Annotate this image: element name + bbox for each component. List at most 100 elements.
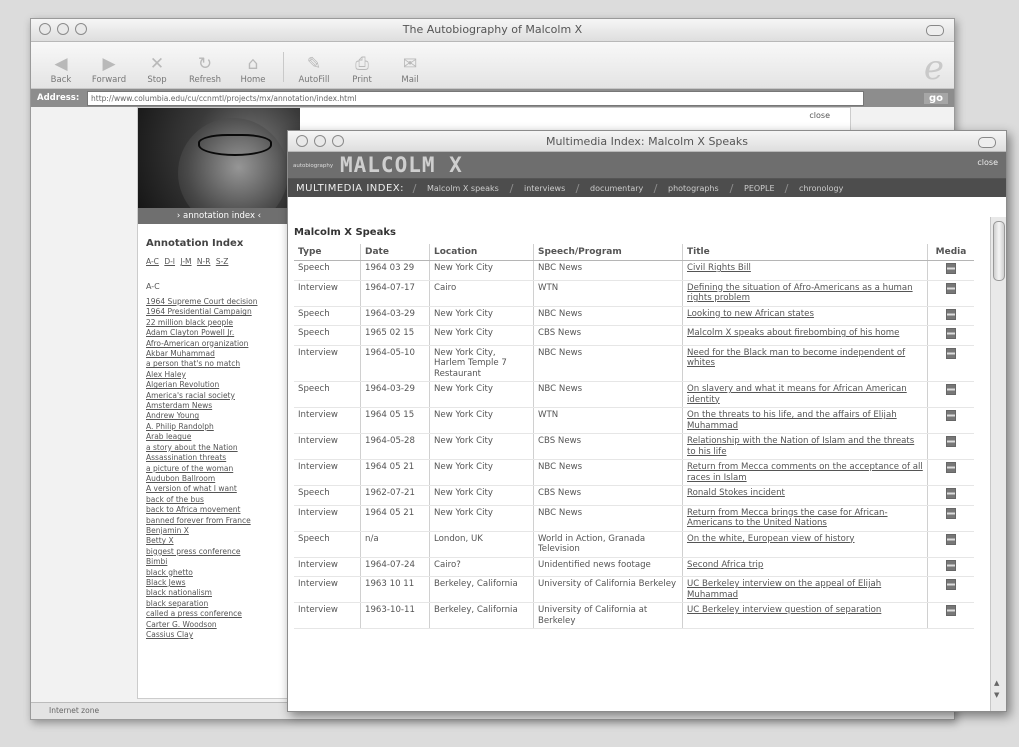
scroll-up-icon[interactable]: ▲ bbox=[994, 679, 999, 687]
home-button[interactable]: ⌂ Home bbox=[231, 53, 275, 88]
annotation-link[interactable]: biggest press conference bbox=[146, 547, 296, 557]
annotation-link[interactable]: America's racial society bbox=[146, 391, 296, 401]
title-link[interactable]: Malcolm X speaks about firebombing of hi… bbox=[682, 325, 928, 346]
column-header-type[interactable]: Type bbox=[294, 244, 361, 261]
title-link[interactable]: On slavery and what it means for African… bbox=[682, 381, 928, 408]
title-link[interactable]: Relationship with the Nation of Islam an… bbox=[682, 433, 928, 460]
back-window-titlebar[interactable]: The Autobiography of Malcolm X bbox=[31, 19, 954, 42]
annotation-link[interactable]: Betty X bbox=[146, 536, 296, 546]
title-link[interactable]: UC Berkeley interview on the appeal of E… bbox=[682, 576, 928, 603]
film-icon[interactable] bbox=[946, 282, 956, 294]
annotation-link[interactable]: Akbar Muhammad bbox=[146, 349, 296, 359]
annotation-link[interactable]: Amsterdam News bbox=[146, 401, 296, 411]
annotation-link[interactable]: Afro-American organization bbox=[146, 339, 296, 349]
refresh-button[interactable]: ↻ Refresh bbox=[183, 53, 227, 88]
title-link[interactable]: On the threats to his life, and the affa… bbox=[682, 407, 928, 434]
toolbar-toggle-button[interactable] bbox=[978, 137, 996, 148]
annotation-link[interactable]: back of the bus bbox=[146, 495, 296, 505]
annotation-link[interactable]: called a press conference bbox=[146, 609, 296, 619]
title-link[interactable]: Return from Mecca brings the case for Af… bbox=[682, 504, 928, 532]
annotation-link[interactable]: black nationalism bbox=[146, 588, 296, 598]
address-input[interactable]: http://www.columbia.edu/cu/ccnmtl/projec… bbox=[87, 90, 864, 106]
annotation-link[interactable]: Cassius Clay bbox=[146, 630, 296, 640]
film-icon[interactable] bbox=[946, 533, 956, 545]
annotation-link[interactable]: 1964 Supreme Court decision bbox=[146, 297, 296, 307]
letter-link[interactable]: A-C bbox=[146, 257, 159, 266]
film-icon[interactable] bbox=[946, 462, 956, 473]
title-link[interactable]: Defining the situation of Afro-Americans… bbox=[682, 280, 928, 307]
nav-item[interactable]: interviews bbox=[509, 183, 579, 193]
autobiography-link[interactable]: autobiography bbox=[293, 163, 333, 169]
annotation-link[interactable]: A version of what I want bbox=[146, 484, 296, 494]
annotation-link[interactable]: black ghetto bbox=[146, 568, 296, 578]
annotation-link[interactable]: a picture of the woman bbox=[146, 464, 296, 474]
annotation-index-bar[interactable]: › annotation index ‹ bbox=[138, 208, 300, 224]
letter-link[interactable]: N-R bbox=[197, 257, 211, 266]
nav-item[interactable]: photographs bbox=[653, 183, 733, 193]
annotation-link[interactable]: banned forever from France bbox=[146, 516, 296, 526]
letter-link[interactable]: D-I bbox=[164, 257, 175, 266]
annotation-link[interactable]: Benjamin X bbox=[146, 526, 296, 536]
film-icon[interactable] bbox=[946, 308, 956, 320]
annotation-link[interactable]: Alex Haley bbox=[146, 370, 296, 380]
mail-button[interactable]: ✉ Mail bbox=[388, 53, 432, 88]
forward-button[interactable]: ▶ Forward bbox=[87, 53, 131, 88]
site-close-link[interactable]: close bbox=[809, 111, 830, 120]
annotation-link[interactable]: Audubon Ballroom bbox=[146, 474, 296, 484]
nav-item[interactable]: Malcolm X speaks bbox=[412, 183, 513, 193]
go-button[interactable]: go bbox=[923, 92, 948, 104]
column-header-date[interactable]: Date bbox=[360, 244, 430, 261]
annotation-link[interactable]: Algerian Revolution bbox=[146, 380, 296, 390]
scrollbar-thumb[interactable] bbox=[993, 221, 1005, 281]
annotation-link[interactable]: Adam Clayton Powell Jr. bbox=[146, 328, 296, 338]
film-icon[interactable] bbox=[946, 579, 956, 590]
column-header-location[interactable]: Location bbox=[429, 244, 534, 261]
annotation-link[interactable]: Black Jews bbox=[146, 578, 296, 588]
vertical-scrollbar[interactable]: ▲ ▼ bbox=[990, 217, 1006, 711]
letter-link[interactable]: S-Z bbox=[216, 257, 229, 266]
title-link[interactable]: Need for the Black man to become indepen… bbox=[682, 345, 928, 382]
film-icon[interactable] bbox=[946, 263, 956, 274]
column-header-program[interactable]: Speech/Program bbox=[533, 244, 683, 261]
title-link[interactable]: Second Africa trip bbox=[682, 557, 928, 577]
title-link[interactable]: Return from Mecca comments on the accept… bbox=[682, 459, 928, 486]
annotation-link[interactable]: Carter G. Woodson bbox=[146, 620, 296, 630]
film-icon[interactable] bbox=[946, 507, 956, 519]
annotation-link[interactable]: a person that's no match bbox=[146, 359, 296, 369]
column-header-media[interactable]: Media bbox=[927, 244, 974, 261]
annotation-link[interactable]: A. Philip Randolph bbox=[146, 422, 296, 432]
title-link[interactable]: Civil Rights Bill bbox=[682, 260, 928, 281]
nav-item[interactable]: PEOPLE bbox=[729, 183, 788, 193]
annotation-link[interactable]: Assassination threats bbox=[146, 453, 296, 463]
film-icon[interactable] bbox=[946, 488, 956, 499]
letter-link[interactable]: J-M bbox=[180, 257, 191, 266]
stop-button[interactable]: ✕ Stop bbox=[135, 53, 179, 88]
annotation-link[interactable]: back to Africa movement bbox=[146, 505, 296, 515]
film-icon[interactable] bbox=[946, 410, 956, 421]
film-icon[interactable] bbox=[946, 605, 956, 616]
print-button[interactable]: ⎙ Print bbox=[340, 53, 384, 88]
title-link[interactable]: Ronald Stokes incident bbox=[682, 485, 928, 506]
annotation-link[interactable]: Arab league bbox=[146, 432, 296, 442]
annotation-link[interactable]: Bimbi bbox=[146, 557, 296, 567]
film-icon[interactable] bbox=[946, 559, 956, 571]
annotation-link[interactable]: Andrew Young bbox=[146, 411, 296, 421]
title-link[interactable]: Looking to new African states bbox=[682, 306, 928, 326]
film-icon[interactable] bbox=[946, 328, 956, 339]
annotation-link[interactable]: 1964 Presidential Campaign bbox=[146, 307, 296, 317]
title-link[interactable]: UC Berkeley interview question of separa… bbox=[682, 602, 928, 629]
nav-item[interactable]: documentary bbox=[575, 183, 657, 193]
title-link[interactable]: On the white, European view of history bbox=[682, 530, 928, 558]
front-window-titlebar[interactable]: Multimedia Index: Malcolm X Speaks bbox=[288, 131, 1006, 152]
annotation-link[interactable]: 22 million black people bbox=[146, 318, 296, 328]
annotation-link[interactable]: a story about the Nation bbox=[146, 443, 296, 453]
header-close-link[interactable]: close bbox=[977, 158, 998, 167]
scroll-down-icon[interactable]: ▼ bbox=[994, 691, 999, 699]
toolbar-toggle-button[interactable] bbox=[926, 25, 944, 36]
film-icon[interactable] bbox=[946, 347, 956, 359]
column-header-title[interactable]: Title bbox=[682, 244, 928, 261]
film-icon[interactable] bbox=[946, 436, 956, 447]
nav-item[interactable]: chronology bbox=[785, 183, 858, 193]
back-button[interactable]: ◀ Back bbox=[39, 53, 83, 88]
autofill-button[interactable]: ✎ AutoFill bbox=[292, 53, 336, 88]
